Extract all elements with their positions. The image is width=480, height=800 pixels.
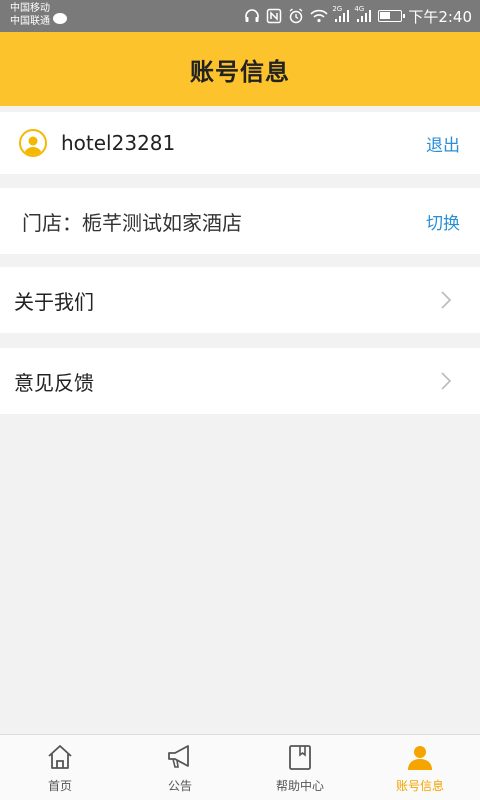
megaphone-icon [168,745,189,768]
home-icon [48,745,72,769]
chat-icon [53,13,67,24]
page-title: 账号信息 [190,57,290,86]
avatar [19,129,47,157]
status-bar: 中国移动 中国联通 2G 4G 下午2:40 [0,0,480,32]
chevron-right-icon [440,290,452,314]
signal-2-icon: 4G [354,5,372,23]
nav-item-account-info[interactable]: 账号信息 [360,735,480,800]
logout-button[interactable]: 退出 [426,131,460,156]
headphones-icon [244,8,260,24]
switch-store-button[interactable]: 切换 [426,209,460,234]
user-row: hotel23281 退出 [0,112,480,174]
carrier-info: 中国移动 中国联通 [10,2,67,28]
username: hotel23281 [61,131,176,155]
app-header: 账号信息 [0,32,480,106]
user-icon [408,746,432,770]
nfc-icon [266,8,282,24]
menu-item-feedback[interactable]: 意见反馈 [0,348,480,414]
menu-item-label: 关于我们 [14,289,94,314]
status-icons: 2G 4G 下午2:40 [244,0,472,32]
carrier-2: 中国联通 [10,16,50,27]
battery-icon [378,10,406,22]
store-name: 栀芊测试如家酒店 [82,210,242,235]
nav-label-announcement: 公告 [167,779,192,793]
carrier-1: 中国移动 [10,3,50,14]
alarm-icon [288,8,304,24]
signal-1-icon: 2G [332,5,350,23]
nav-label-home: 首页 [47,779,72,793]
menu-item-about-us[interactable]: 关于我们 [0,267,480,333]
store-label: 门店： [22,210,82,235]
nav-item-announcement[interactable]: 公告 [120,735,240,800]
status-time: 下午2:40 [408,7,472,26]
menu-item-label: 意见反馈 [14,370,94,395]
store-row: 门店： 栀芊测试如家酒店 切换 [0,188,480,254]
net-type-1: 2G [332,5,343,13]
wifi-icon [310,9,328,23]
nav-item-home[interactable]: 首页 [0,735,120,800]
nav-label-help-center: 帮助中心 [275,779,324,793]
bottom-nav: 首页 公告 帮助中心 账号信息 [0,734,480,800]
nav-label-account-info: 账号信息 [395,779,444,793]
net-type-2: 4G [354,5,365,13]
book-icon [289,745,311,770]
nav-item-help-center[interactable]: 帮助中心 [240,735,360,800]
user-avatar-icon [24,136,42,155]
chevron-right-icon [440,371,452,395]
